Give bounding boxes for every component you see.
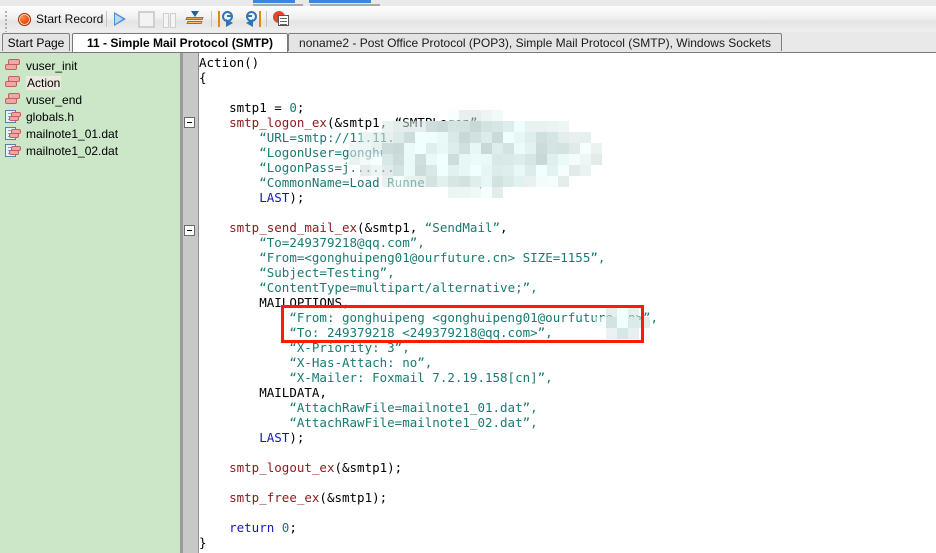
fold-toggle-sendmail[interactable]	[184, 225, 195, 236]
tab-label: noname2 - Post Office Protocol (POP3), S…	[299, 35, 771, 50]
clipped-tab-underline-1	[253, 0, 295, 3]
file-brick-icon	[5, 109, 21, 124]
code-line: “AttachRawFile=mailnote1_02.dat”,	[289, 415, 538, 430]
code-line: smtp1 = 0;	[229, 100, 305, 115]
toolbar-separator-2	[211, 11, 212, 27]
code-line: smtp_logout_ex(&smtp1);	[229, 460, 403, 475]
source-code[interactable]: Action(){ smtp1 = 0; smtp_logon_ex(&smtp…	[199, 53, 936, 553]
script-explorer-pane[interactable]: vuser_init Action vuser_end globals.h ma…	[0, 53, 181, 553]
tree-item-label: vuser_end	[26, 92, 83, 107]
code-editor-pane[interactable]: Action(){ smtp1 = 0; smtp_logon_ex(&smtp…	[181, 53, 936, 553]
stop-icon	[138, 10, 155, 28]
report-icon	[273, 11, 290, 27]
tab-label: Start Page	[7, 35, 65, 50]
code-line: return 0;	[229, 520, 297, 535]
tree-item-vuser-init[interactable]: vuser_init	[5, 57, 180, 74]
tree-item-mailnote1-01[interactable]: mailnote1_01.dat	[5, 125, 180, 142]
step-run-button[interactable]	[242, 9, 261, 29]
code-line: MAILDATA,	[259, 385, 327, 400]
record-dot-icon	[18, 12, 31, 26]
code-line: “From: gonghuipeng <gonghuipeng01@ourfut…	[289, 310, 659, 325]
action-brick-icon	[5, 76, 21, 89]
tree-item-label: Action	[26, 75, 62, 90]
code-line: “AttachRawFile=mailnote1_01.dat”,	[289, 400, 538, 415]
start-record-button[interactable]: Start Record	[14, 9, 107, 29]
main-toolbar: Start Record	[0, 6, 936, 33]
action-brick-icon	[5, 59, 21, 72]
tree-item-label: mailnote1_01.dat	[26, 126, 119, 141]
tree-item-label: vuser_init	[26, 58, 78, 73]
tree-item-mailnote1-02[interactable]: mailnote1_02.dat	[5, 142, 180, 159]
document-tab-bar: Start Page 11 - Simple Mail Protocol (SM…	[0, 32, 936, 53]
code-line: “Subject=Testing”,	[259, 265, 395, 280]
code-line: “From=<gonghuipeng01@ourfuture.cn> SIZE=…	[259, 250, 606, 265]
play-icon	[112, 11, 128, 27]
download-stack-icon	[185, 11, 204, 27]
code-line: smtp_logon_ex(&smtp1, “SMTPLogon”,	[229, 115, 485, 130]
code-line: LAST);	[259, 190, 305, 205]
pause-button[interactable]	[163, 9, 176, 29]
code-line: “To=249379218@qq.com”,	[259, 235, 425, 250]
code-line: “X-Mailer: Foxmail 7.2.19.158[cn]”,	[289, 370, 553, 385]
code-line: “CommonName=Load Runner User”,	[259, 175, 485, 190]
fold-toggle-logon[interactable]	[184, 117, 195, 128]
code-line: “X-Has-Attach: no”,	[289, 355, 433, 370]
code-line: “To: 249379218 <249379218@qq.com>”,	[289, 325, 553, 340]
tree-item-label: globals.h	[26, 109, 75, 124]
code-line: Action()	[199, 55, 260, 70]
code-line: smtp_free_ex(&smtp1);	[229, 490, 388, 505]
tree-item-label: mailnote1_02.dat	[26, 143, 119, 158]
tab-smtp-script[interactable]: 11 - Simple Mail Protocol (SMTP)	[72, 33, 288, 52]
code-line: “LogonUser=gonghuipeng01@ourfuture.cn”,	[259, 145, 553, 160]
start-record-label: Start Record	[36, 12, 104, 26]
toolbar-grip[interactable]	[5, 11, 8, 33]
code-line: “LogonPass=j.......”,	[259, 160, 418, 175]
code-line: LAST);	[259, 430, 305, 445]
file-brick-icon	[5, 143, 21, 158]
vugen-window: Start Record Start Page 11 - Simple Mail…	[0, 0, 936, 553]
toolbar-separator-1	[106, 11, 107, 27]
code-line: MAILOPTIONS,	[259, 295, 350, 310]
code-line: “ContentType=multipart/alternative;”,	[259, 280, 538, 295]
file-brick-icon	[5, 126, 21, 141]
action-brick-icon	[5, 93, 21, 106]
code-line: }	[199, 535, 207, 550]
download-button[interactable]	[185, 9, 204, 29]
tree-item-globals-h[interactable]: globals.h	[5, 108, 180, 125]
run-button[interactable]	[112, 9, 128, 29]
tab-label: 11 - Simple Mail Protocol (SMTP)	[86, 36, 274, 50]
pause-icon	[163, 12, 176, 28]
code-line: “URL=smtp://11.11.11.11”,	[259, 130, 448, 145]
clock-right-icon	[242, 11, 261, 27]
stop-button[interactable]	[138, 9, 155, 29]
gutter-edge	[181, 53, 183, 553]
script-tree: vuser_init Action vuser_end globals.h ma…	[0, 53, 180, 159]
report-button[interactable]	[273, 9, 290, 29]
toolbar-separator-3	[266, 11, 267, 27]
tab-start-page[interactable]: Start Page	[2, 33, 70, 51]
code-line: “X-Priority: 3”,	[289, 340, 410, 355]
code-line: smtp_send_mail_ex(&smtp1, “SendMail”,	[229, 220, 508, 235]
run-to-step-button[interactable]	[218, 9, 237, 29]
clock-left-icon	[218, 11, 237, 27]
tab-noname2[interactable]: noname2 - Post Office Protocol (POP3), S…	[288, 33, 782, 51]
tree-item-action[interactable]: Action	[5, 74, 180, 91]
editor-gutter[interactable]	[181, 53, 199, 553]
code-line: {	[199, 70, 207, 85]
clipped-tab-underline-2	[309, 0, 371, 3]
tree-item-vuser-end[interactable]: vuser_end	[5, 91, 180, 108]
